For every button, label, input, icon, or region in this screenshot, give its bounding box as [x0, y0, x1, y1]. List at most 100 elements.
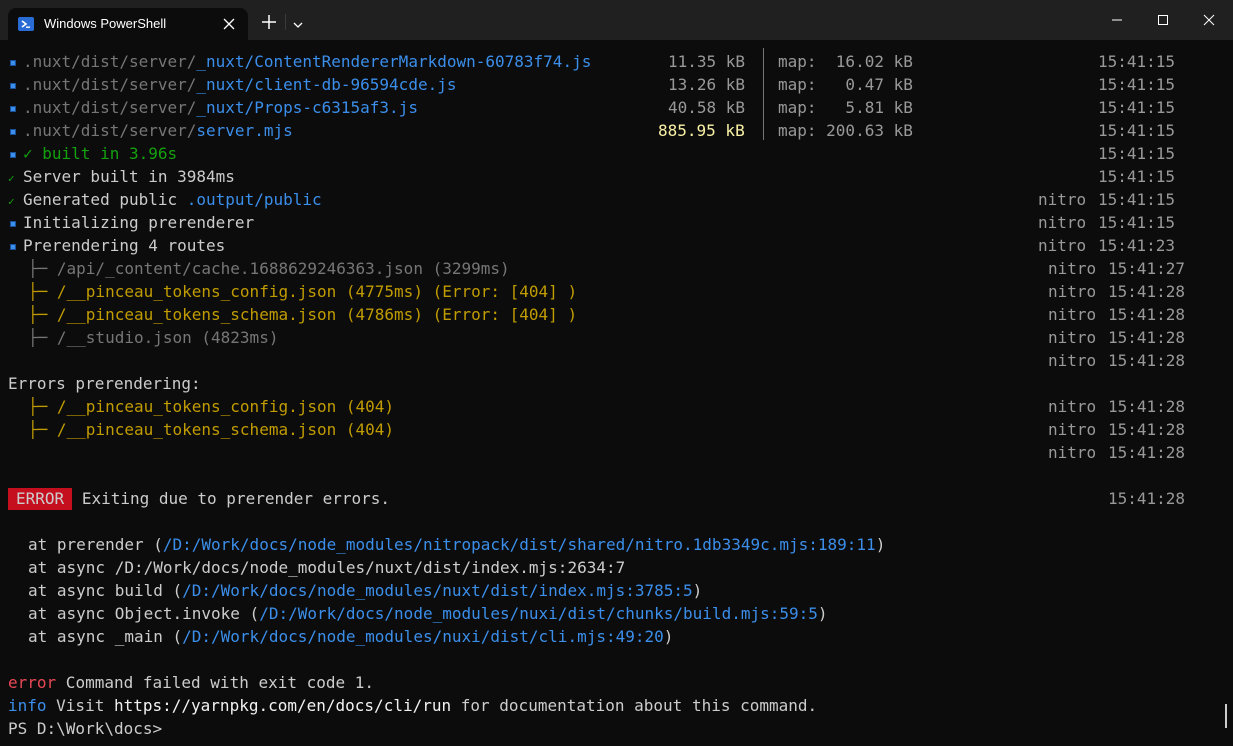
timestamp: 15:41:27	[1108, 259, 1186, 278]
prerendering-line: Prerendering 4 routes	[8, 234, 225, 257]
nitro-tag: nitro	[1048, 351, 1097, 370]
nitro-tag: nitro	[1038, 236, 1087, 255]
stack-frame-close: )	[875, 535, 886, 554]
nitro-tag: nitro	[1048, 420, 1097, 439]
timestamp: 15:41:28	[1108, 305, 1186, 324]
build-file-line: .nuxt/dist/server/_nuxt/ContentRendererM…	[8, 50, 591, 73]
nitro-tag: nitro	[1048, 443, 1097, 462]
timestamp: 15:41:15	[1098, 52, 1176, 71]
info-bullet-icon	[10, 220, 16, 227]
info-bullet-icon	[10, 82, 16, 89]
maximize-icon[interactable]	[1140, 8, 1186, 32]
errors-header: Errors prerendering:	[8, 374, 201, 393]
generated-line: ✓ Generated public .output/public	[8, 188, 322, 211]
minimize-icon[interactable]	[1094, 8, 1140, 32]
file-prefix: .nuxt/dist/server/	[23, 52, 197, 71]
error-badge: ERROR	[8, 488, 73, 510]
route-line: ├─ /__pinceau_tokens_schema.json (4786ms…	[28, 305, 578, 324]
close-icon[interactable]	[1186, 8, 1232, 32]
file-name: _nuxt/ContentRendererMarkdown-60783f74.j…	[196, 52, 592, 71]
file-map-size: map: 5.81 kB	[778, 98, 913, 117]
timestamp: 15:41:28	[1108, 351, 1186, 370]
scrollbar-thumb[interactable]	[1225, 704, 1227, 728]
output-path: .output/public	[186, 190, 322, 209]
timestamp: 15:41:28	[1108, 397, 1186, 416]
nitro-tag: nitro	[1038, 190, 1087, 209]
stack-frame-link[interactable]: /D:/Work/docs/node_modules/nitropack/dis…	[163, 535, 876, 554]
file-map-size: map: 200.63 kB	[778, 121, 913, 140]
file-name: _nuxt/Props-c6315af3.js	[196, 98, 418, 117]
timestamp: 15:41:15	[1098, 213, 1176, 232]
column-divider	[763, 48, 764, 140]
powershell-icon	[18, 17, 34, 31]
file-map-size: map: 0.47 kB	[778, 75, 913, 94]
file-size: 13.26 kB	[668, 75, 746, 94]
timestamp: 15:41:15	[1098, 121, 1176, 140]
timestamp: 15:41:15	[1098, 98, 1176, 117]
timestamp: 15:41:28	[1108, 443, 1186, 462]
server-built-text: Server built in 3984ms	[23, 167, 235, 186]
route-line: ├─ /api/_content/cache.1688629246363.jso…	[28, 259, 510, 278]
timestamp: 15:41:28	[1108, 282, 1186, 301]
timestamp: 15:41:15	[1098, 167, 1176, 186]
error-line: ERROR Exiting due to prerender errors.	[8, 487, 390, 510]
file-prefix: .nuxt/dist/server/	[23, 121, 197, 140]
timestamp: 15:41:15	[1098, 190, 1176, 209]
build-file-line: .nuxt/dist/server/_nuxt/Props-c6315af3.j…	[8, 96, 418, 119]
file-size: 11.35 kB	[668, 52, 746, 71]
info-bullet-icon	[10, 243, 16, 250]
info-bullet-icon	[10, 151, 16, 158]
build-file-line: .nuxt/dist/server/server.mjs	[8, 119, 293, 142]
yarn-error-line: error Command failed with exit code 1.	[8, 671, 374, 694]
check-icon: ✓	[8, 195, 15, 208]
route-line: ├─ /__studio.json (4823ms)	[28, 328, 279, 347]
timestamp: 15:41:28	[1108, 420, 1186, 439]
stack-frame: at async _main (/D:/Work/docs/node_modul…	[28, 625, 673, 648]
file-size: 40.58 kB	[668, 98, 746, 117]
tab-windows-powershell[interactable]: Windows PowerShell	[8, 8, 248, 40]
yarn-error-text: Command failed with exit code 1.	[56, 673, 375, 692]
timestamp: 15:41:28	[1108, 489, 1186, 508]
stack-frame: at async build (/D:/Work/docs/node_modul…	[28, 579, 702, 602]
file-name: _nuxt/client-db-96594cde.js	[196, 75, 457, 94]
info-bullet-icon	[10, 128, 16, 135]
stack-frame: at async /D:/Work/docs/node_modules/nuxt…	[28, 556, 625, 579]
stack-frame-link[interactable]: /D:/Work/docs/node_modules/nuxi/dist/chu…	[259, 604, 818, 623]
stack-frame-close: )	[663, 627, 674, 646]
close-icon[interactable]	[222, 16, 236, 30]
stack-frame-link[interactable]: /D:/Work/docs/node_modules/nuxi/dist/cli…	[182, 627, 664, 646]
init-line: Initializing prerenderer	[8, 211, 254, 234]
docs-link[interactable]: https://yarnpkg.com/en/docs/cli/run	[114, 696, 451, 715]
stack-frame: at prerender (/D:/Work/docs/node_modules…	[28, 533, 885, 556]
error-message: Exiting due to prerender errors.	[81, 489, 391, 508]
info-bullet-icon	[10, 105, 16, 112]
stack-frame: at async Object.invoke (/D:/Work/docs/no…	[28, 602, 828, 625]
nitro-tag: nitro	[1048, 282, 1097, 301]
stack-frame-text: at async build (	[28, 581, 183, 600]
stack-frame-text: at async Object.invoke (	[28, 604, 260, 623]
command-prompt[interactable]: PS D:\Work\docs>	[8, 717, 162, 740]
error-route-line: ├─ /__pinceau_tokens_schema.json (404)	[28, 420, 395, 439]
stack-frame-text: at async _main (	[28, 627, 183, 646]
plus-icon[interactable]	[260, 13, 278, 31]
nitro-tag: nitro	[1048, 305, 1097, 324]
timestamp: 15:41:28	[1108, 328, 1186, 347]
route-line: ├─ /__pinceau_tokens_config.json (4775ms…	[28, 282, 578, 301]
stack-frame-text: at prerender (	[28, 535, 163, 554]
file-prefix: .nuxt/dist/server/	[23, 75, 197, 94]
terminal-output[interactable]: .nuxt/dist/server/_nuxt/ContentRendererM…	[0, 40, 1233, 746]
file-prefix: .nuxt/dist/server/	[23, 98, 197, 117]
nitro-tag: nitro	[1048, 328, 1097, 347]
file-map-size: map: 16.02 kB	[778, 52, 913, 71]
nitro-tag: nitro	[1038, 213, 1087, 232]
chevron-down-icon[interactable]	[292, 16, 304, 28]
error-route-line: ├─ /__pinceau_tokens_config.json (404)	[28, 397, 395, 416]
yarn-info-text-end: for documentation about this command.	[451, 696, 818, 715]
info-label: info	[8, 696, 47, 715]
tab-title: Windows PowerShell	[44, 16, 167, 31]
build-file-line: .nuxt/dist/server/_nuxt/client-db-96594c…	[8, 73, 456, 96]
file-name: server.mjs	[196, 121, 293, 140]
stack-frame-link[interactable]: /D:/Work/docs/node_modules/nuxt/dist/ind…	[182, 581, 693, 600]
timestamp: 15:41:15	[1098, 75, 1176, 94]
info-bullet-icon	[10, 59, 16, 66]
